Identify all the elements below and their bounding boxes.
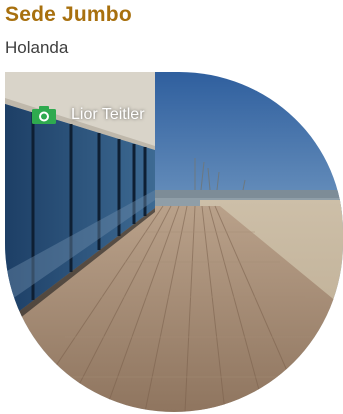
page-title: Sede Jumbo — [5, 3, 132, 26]
location-subtitle: Holanda — [5, 38, 69, 57]
card: Sede Jumbo Holanda Lior Teitler — [0, 0, 343, 414]
project-photo[interactable]: Lior Teitler — [5, 72, 343, 412]
photo-credit: Lior Teitler — [31, 105, 145, 125]
photo-credit-text: Lior Teitler — [71, 106, 145, 123]
camera-icon — [32, 106, 56, 124]
